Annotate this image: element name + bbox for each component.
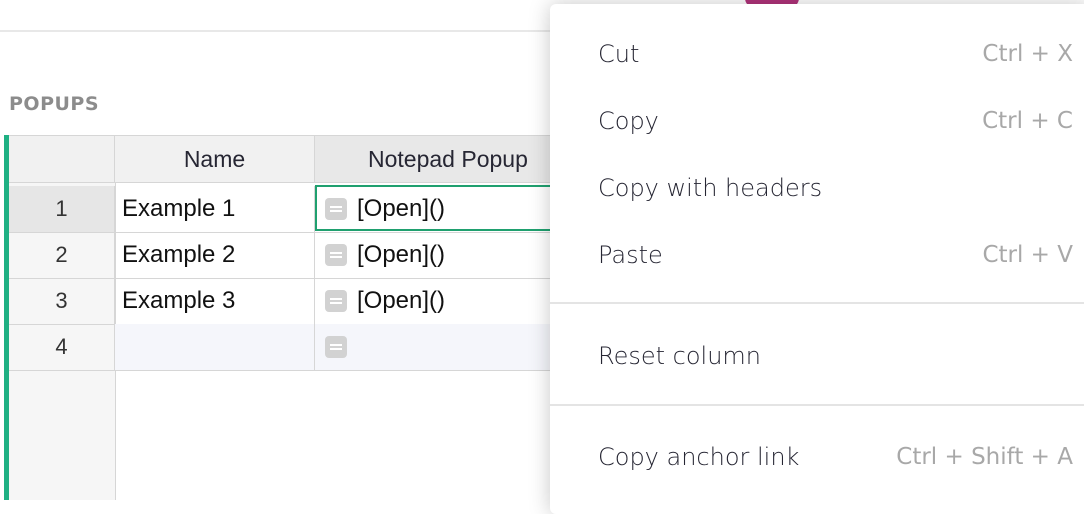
row-number[interactable]: 2: [9, 232, 115, 278]
menu-separator: [550, 302, 1084, 304]
popup-cell[interactable]: [Open](): [315, 278, 569, 324]
menu-item-shortcut: Ctrl + C: [982, 108, 1073, 134]
menu-item-shortcut: Ctrl + V: [982, 242, 1073, 268]
menu-item-label: Reset column: [598, 342, 762, 370]
menu-item-copy-with-headers[interactable]: Copy with headers: [550, 158, 1084, 218]
table-row: 2 Example 2 [Open](): [9, 232, 569, 279]
menu-item-shortcut: Ctrl + Shift + A: [896, 444, 1073, 470]
text-lines-icon[interactable]: [325, 244, 347, 266]
popup-cell[interactable]: [315, 324, 569, 370]
row-number[interactable]: 3: [9, 278, 115, 324]
menu-separator: [550, 404, 1084, 406]
popup-cell-text: [Open](): [357, 241, 446, 268]
menu-item-label: Cut: [598, 40, 640, 68]
section-title: POPUPS: [9, 93, 100, 115]
corner-cell[interactable]: [9, 136, 115, 182]
popup-cell[interactable]: [Open](): [315, 232, 569, 278]
column-header-notepad-popup[interactable]: Notepad Popup: [315, 136, 569, 182]
name-cell[interactable]: Example 1: [115, 186, 315, 232]
menu-item-paste[interactable]: Paste Ctrl + V: [550, 225, 1084, 285]
table-row: 1 Example 1 [Open](): [9, 185, 569, 233]
row-number[interactable]: 1: [9, 186, 115, 232]
active-cell-cursor: [315, 185, 567, 231]
context-menu: Cut Ctrl + X Copy Ctrl + C Copy with hea…: [550, 4, 1084, 514]
menu-item-copy-anchor-link[interactable]: Copy anchor link Ctrl + Shift + A: [550, 427, 1084, 487]
menu-item-label: Copy: [598, 107, 659, 135]
menu-item-label: Paste: [598, 241, 663, 269]
menu-item-copy[interactable]: Copy Ctrl + C: [550, 91, 1084, 151]
name-cell[interactable]: Example 3: [115, 278, 315, 324]
row-number[interactable]: 4: [9, 324, 115, 370]
menu-item-shortcut: Ctrl + X: [982, 41, 1073, 67]
table-row-new: 4: [9, 324, 569, 371]
name-cell[interactable]: Example 2: [115, 232, 315, 278]
table-row: 3 Example 3 [Open](): [9, 278, 569, 325]
text-lines-icon[interactable]: [325, 290, 347, 312]
menu-item-label: Copy with headers: [598, 174, 823, 202]
menu-item-label: Copy anchor link: [598, 443, 800, 471]
column-header-name[interactable]: Name: [115, 136, 315, 182]
text-lines-icon[interactable]: [325, 336, 347, 358]
table-header-row: Name Notepad Popup: [9, 135, 569, 183]
menu-item-reset-column[interactable]: Reset column: [550, 326, 1084, 386]
popup-cell-text: [Open](): [357, 287, 446, 314]
data-table: Name Notepad Popup 1 Example 1 [Open]() …: [9, 135, 569, 371]
name-cell[interactable]: [115, 324, 315, 370]
menu-item-cut[interactable]: Cut Ctrl + X: [550, 24, 1084, 84]
